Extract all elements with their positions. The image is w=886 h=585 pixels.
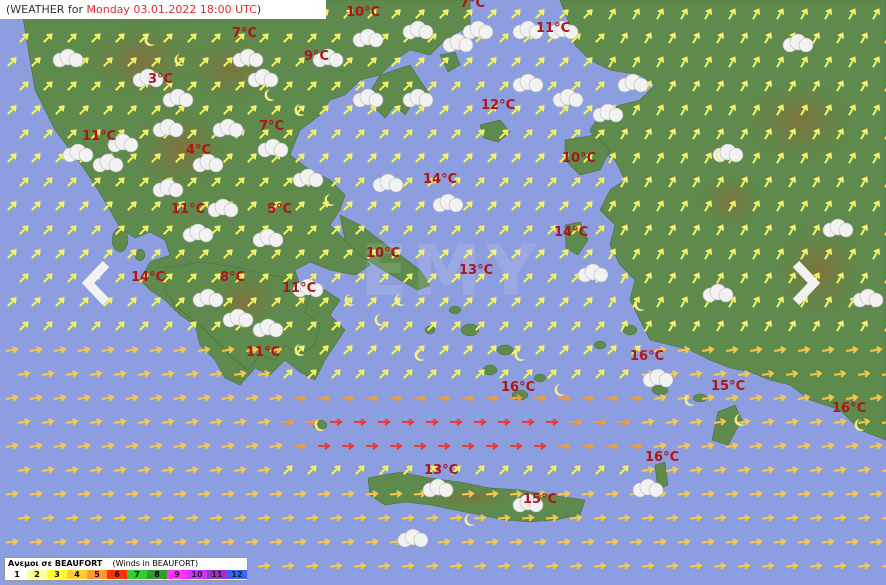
- temperature-label: 7°C: [460, 0, 486, 11]
- legend-title-en: (Winds in BEAUFORT): [112, 559, 199, 568]
- legend-title-local: Ανεμοι σε BEAUFORT: [8, 559, 103, 568]
- temperature-label: 7°C: [259, 119, 285, 134]
- temperature-label: 16°C: [645, 450, 680, 465]
- legend-cell: 1: [7, 570, 27, 579]
- temperature-label: 12°C: [481, 98, 516, 113]
- temperature-label: 13°C: [459, 263, 494, 278]
- temperature-label: 16°C: [501, 380, 536, 395]
- temperature-label: 5°C: [267, 202, 293, 217]
- beaufort-legend: Ανεμοι σε BEAUFORT (Winds in BEAUFORT) 1…: [4, 557, 248, 581]
- temperature-label: 16°C: [832, 401, 867, 416]
- map-header: (WEATHER for Monday 03.01.2022 18:00 UTC…: [0, 0, 326, 19]
- legend-cell: 12: [227, 570, 247, 579]
- next-map-button[interactable]: [786, 258, 822, 308]
- temperature-label: 9°C: [304, 49, 330, 64]
- temperature-label: 10°C: [346, 5, 381, 20]
- temperature-label: 10°C: [562, 151, 597, 166]
- legend-cell: 10: [187, 570, 207, 579]
- previous-map-button[interactable]: [80, 258, 116, 308]
- temperature-label: 15°C: [523, 492, 558, 507]
- weather-map: EMY (WEATHER for Monday 03.01.2022 18:00…: [0, 0, 886, 585]
- temperature-label: 11°C: [171, 202, 206, 217]
- legend-cell: 9: [167, 570, 187, 579]
- temperature-label: 11°C: [536, 21, 571, 36]
- temperature-label: 14°C: [423, 172, 458, 187]
- temperature-label: 4°C: [186, 143, 212, 158]
- temperature-label: 13°C: [424, 463, 459, 478]
- legend-cell: 11: [207, 570, 227, 579]
- watermark: EMY: [360, 230, 541, 312]
- temperature-label: 15°C: [711, 379, 746, 394]
- temperature-label: 10°C: [366, 246, 401, 261]
- legend-cell: 2: [27, 570, 47, 579]
- legend-cell: 3: [47, 570, 67, 579]
- temperature-label: 14°C: [131, 270, 166, 285]
- header-prefix: (WEATHER for: [6, 3, 87, 16]
- header-date: Monday 03.01.2022 18:00 UTC: [86, 3, 257, 16]
- temperature-label: 14°C: [554, 225, 589, 240]
- temperature-label: 3°C: [148, 72, 174, 87]
- chevron-right-icon: [792, 260, 821, 306]
- temperature-label: 11°C: [82, 129, 117, 144]
- header-suffix: ): [256, 3, 262, 16]
- temperature-label: 16°C: [630, 349, 665, 364]
- temperature-label: 11°C: [246, 345, 281, 360]
- temperature-label: 7°C: [232, 26, 258, 41]
- legend-cell: 6: [107, 570, 127, 579]
- legend-cell: 5: [87, 570, 107, 579]
- legend-title: Ανεμοι σε BEAUFORT (Winds in BEAUFORT): [8, 559, 198, 568]
- legend-cell: 7: [127, 570, 147, 579]
- chevron-left-icon: [81, 260, 110, 306]
- temperature-label: 11°C: [282, 281, 317, 296]
- legend-cell: 8: [147, 570, 167, 579]
- legend-cell: 4: [67, 570, 87, 579]
- legend-scale: 1 2 3 4 5 6 7 8 9 10 11 12: [7, 570, 247, 579]
- temperature-label: 8°C: [220, 270, 246, 285]
